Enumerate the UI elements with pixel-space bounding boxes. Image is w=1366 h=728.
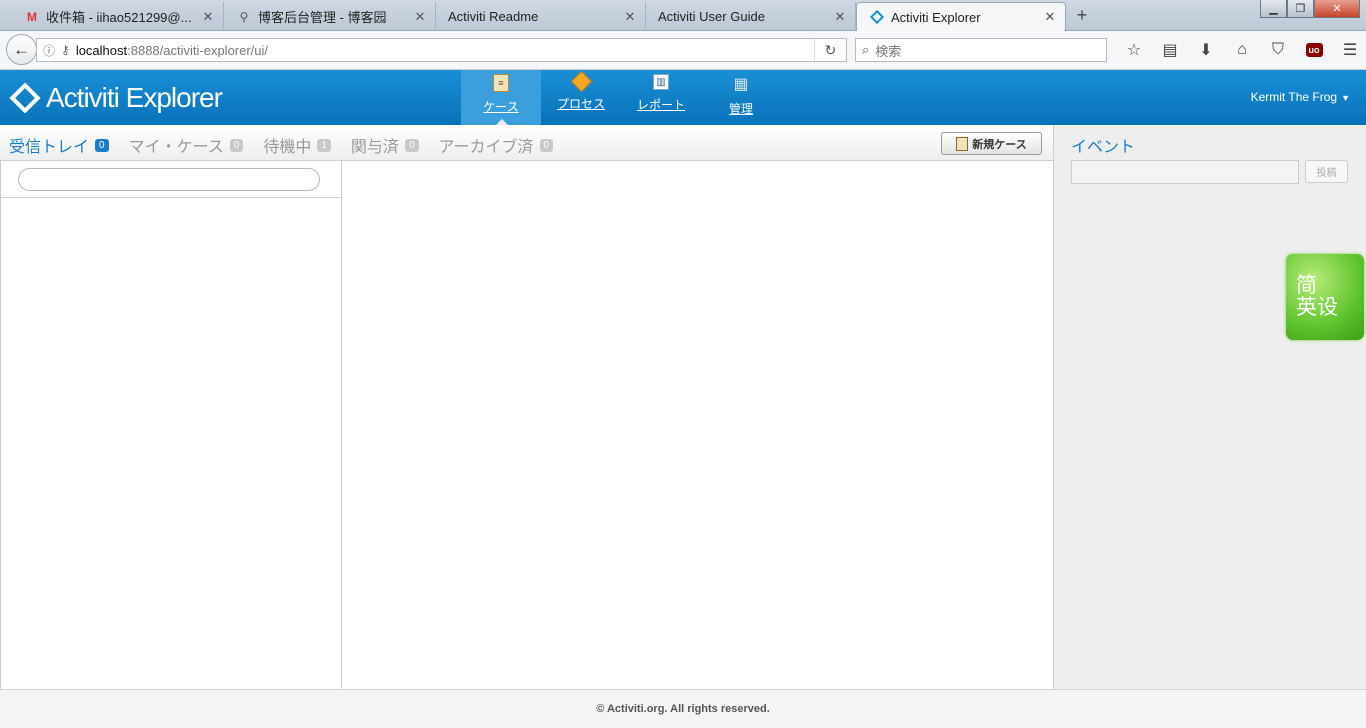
tab-label: アーカイブ済 — [438, 139, 534, 156]
url-bar[interactable]: ⓘ ⚷ localhost :8888/activiti-explorer/ui… — [36, 38, 847, 62]
minimize-button[interactable]: ▁ — [1260, 0, 1287, 18]
admin-icon: ▦ — [733, 76, 749, 93]
browser-tab-bar: M 收件箱 - iihao521299@... ✕ ⚲ 博客后台管理 - 博客园… — [0, 0, 1366, 31]
tab-label: 受信トレイ — [9, 139, 90, 156]
info-icon: ⓘ — [43, 43, 56, 58]
app-header: Activiti Explorer ≡ ケース プロセス ▥ レポート ▦ 管理… — [0, 70, 1366, 126]
nav-label: ケース — [483, 100, 519, 114]
events-panel: イベント 投稿 — [1053, 125, 1366, 689]
logo-text: Activiti Explorer — [46, 82, 223, 113]
bookmark-star-icon[interactable]: ☆ — [1116, 39, 1152, 61]
events-title: イベント — [1071, 139, 1136, 156]
window-controls: ▁ ❐ ✕ — [1260, 0, 1360, 18]
browser-tab-gmail[interactable]: M 收件箱 - iihao521299@... ✕ — [12, 2, 224, 31]
search-placeholder: 検索 — [875, 43, 902, 59]
nav-label: プロセス — [556, 97, 605, 111]
case-toolbar: 受信トレイ 0 マイ・ケース 0 待機中 1 関与済 0 アーカイブ済 0 新規… — [0, 125, 1053, 161]
count-badge: 0 — [95, 138, 109, 152]
clipboard-icon: ≡ — [493, 74, 509, 92]
nav-cases[interactable]: ≡ ケース — [461, 70, 541, 126]
report-icon: ▥ — [653, 74, 669, 90]
clipboard-icon — [956, 136, 969, 151]
case-list-panel — [0, 161, 342, 689]
browser-tab-activiti-explorer[interactable]: Activiti Explorer ✕ — [856, 2, 1066, 31]
close-tab-icon[interactable]: ✕ — [201, 9, 215, 25]
close-tab-icon[interactable]: ✕ — [833, 9, 847, 25]
close-window-button[interactable]: ✕ — [1314, 0, 1360, 18]
search-icon: ⌕ — [862, 42, 870, 57]
blog-icon: ⚲ — [239, 9, 249, 24]
case-detail-area — [342, 161, 1053, 689]
case-search-input[interactable] — [18, 167, 320, 191]
download-icon[interactable]: ⬇ — [1188, 39, 1224, 61]
nav-label: レポート — [636, 98, 685, 112]
ublock-icon[interactable]: uo — [1296, 39, 1332, 61]
copyright-text: © Activiti.org. All rights reserved. — [596, 703, 770, 715]
home-icon[interactable]: ⌂ — [1224, 39, 1260, 61]
post-button[interactable]: 投稿 — [1305, 160, 1348, 183]
menu-icon[interactable]: ☰ — [1332, 39, 1366, 61]
url-host: localhost — [75, 42, 128, 58]
tab-label: 関与済 — [350, 139, 399, 156]
reading-list-icon[interactable]: ▤ — [1152, 39, 1188, 61]
browser-search-input[interactable]: ⌕ 検索 — [855, 38, 1107, 62]
nav-admin[interactable]: ▦ 管理 — [701, 70, 781, 125]
tab-label: マイ・ケース — [128, 139, 224, 156]
tab-title: Activiti Explorer — [891, 9, 981, 25]
browser-tab-readme[interactable]: Activiti Readme ✕ — [436, 2, 646, 31]
count-badge: 0 — [404, 138, 419, 152]
pocket-icon[interactable]: ⛉ — [1260, 39, 1296, 61]
new-case-button[interactable]: 新規ケース — [941, 132, 1042, 155]
nav-reports[interactable]: ▥ レポート — [621, 70, 701, 125]
new-tab-button[interactable]: + — [1072, 5, 1092, 26]
nav-processes[interactable]: プロセス — [541, 70, 621, 125]
widget-line-2: 英设 — [1296, 296, 1338, 319]
activiti-logo-icon — [9, 82, 41, 114]
count-badge: 1 — [317, 138, 331, 152]
tab-my-cases[interactable]: マイ・ケース 0 — [129, 133, 244, 157]
tab-title: 博客后台管理 - 博客园 — [258, 10, 387, 25]
tab-involved[interactable]: 関与済 0 — [351, 133, 419, 157]
close-tab-icon[interactable]: ✕ — [623, 9, 637, 25]
reload-icon[interactable]: ↻ — [814, 39, 846, 61]
nav-label: 管理 — [728, 102, 753, 116]
back-button[interactable]: ← — [6, 34, 37, 65]
tab-title: Activiti Readme — [448, 9, 539, 24]
tab-title: Activiti User Guide — [658, 9, 765, 24]
browser-tab-blog[interactable]: ⚲ 博客后台管理 - 博客园 ✕ — [224, 2, 436, 31]
close-tab-icon[interactable]: ✕ — [1043, 9, 1057, 25]
main-nav: ≡ ケース プロセス ▥ レポート ▦ 管理 — [461, 70, 781, 126]
browser-toolbar: ☆ ▤ ⬇ ⌂ ⛉ uo ☰ — [1116, 39, 1366, 61]
footer: © Activiti.org. All rights reserved. — [0, 689, 1366, 728]
browser-nav-bar: ← ⓘ ⚷ localhost :8888/activiti-explorer/… — [0, 31, 1366, 70]
tab-queued[interactable]: 待機中 1 — [263, 133, 331, 157]
tab-title: 收件箱 - iihao521299@... — [46, 10, 192, 25]
app-logo[interactable]: Activiti Explorer — [9, 82, 223, 114]
maximize-button[interactable]: ❐ — [1287, 0, 1314, 18]
browser-tab-user-guide[interactable]: Activiti User Guide ✕ — [646, 2, 856, 31]
activiti-icon — [869, 9, 885, 25]
gmail-icon: M — [27, 9, 37, 24]
widget-line-1: 简 — [1296, 274, 1317, 297]
count-badge: 0 — [539, 138, 554, 152]
tab-archived[interactable]: アーカイブ済 0 — [439, 133, 554, 157]
back-arrow-icon: ← — [13, 39, 30, 59]
case-filter-tabs: 受信トレイ 0 マイ・ケース 0 待機中 1 関与済 0 アーカイブ済 0 — [9, 133, 573, 157]
tab-inbox[interactable]: 受信トレイ 0 — [9, 133, 109, 157]
tab-label: 待機中 — [263, 139, 312, 156]
key-icon: ⚷ — [61, 43, 70, 57]
case-list — [0, 198, 341, 689]
process-icon — [570, 70, 592, 93]
ime-floating-widget[interactable]: 简 英设 — [1286, 254, 1364, 340]
close-tab-icon[interactable]: ✕ — [413, 9, 427, 25]
new-case-label: 新規ケース — [972, 138, 1027, 151]
url-path: :8888/activiti-explorer/ui/ — [127, 42, 269, 58]
user-name: Kermit The Frog — [1250, 90, 1338, 104]
user-menu[interactable]: Kermit The Frog ▼ — [1251, 90, 1350, 104]
chevron-down-icon: ▼ — [1341, 93, 1350, 103]
count-badge: 0 — [229, 138, 244, 152]
case-search-wrap — [0, 161, 341, 198]
event-comment-input[interactable] — [1071, 160, 1299, 184]
